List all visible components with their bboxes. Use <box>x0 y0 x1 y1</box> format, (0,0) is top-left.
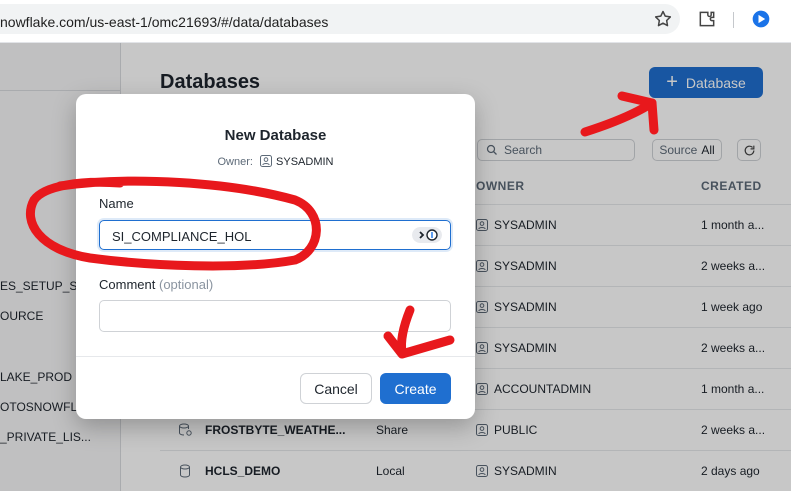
password-manager-icon[interactable] <box>412 227 442 243</box>
address-bar[interactable]: nowflake.com/us-east-1/omc21693/#/data/d… <box>0 4 680 34</box>
dialog-title: New Database <box>224 127 327 144</box>
create-button[interactable]: Create <box>380 373 451 404</box>
comment-label-text: Comment <box>99 277 156 292</box>
browser-toolbar: nowflake.com/us-east-1/omc21693/#/data/d… <box>0 0 791 43</box>
owner-value: SYSADMIN <box>276 156 334 168</box>
comment-field[interactable] <box>99 300 451 332</box>
dialog-divider <box>76 356 475 357</box>
owner-label: Owner: <box>217 156 253 168</box>
media-extension-icon[interactable] <box>751 9 771 29</box>
bookmark-star-icon[interactable] <box>653 9 673 29</box>
name-field-value: SI_COMPLIANCE_HOL <box>112 229 252 244</box>
new-database-dialog: New Database Owner: SYSADMIN Name SI_COM… <box>76 94 475 419</box>
comment-label: Comment (optional) <box>99 277 213 292</box>
toolbar-separator <box>733 12 734 28</box>
user-icon <box>260 155 273 167</box>
url-text[interactable]: nowflake.com/us-east-1/omc21693/#/data/d… <box>0 14 328 30</box>
name-field[interactable]: SI_COMPLIANCE_HOL <box>99 220 451 250</box>
name-label: Name <box>99 196 134 211</box>
extensions-icon[interactable] <box>697 9 717 29</box>
comment-optional-text: (optional) <box>158 277 214 292</box>
cancel-button[interactable]: Cancel <box>300 373 372 404</box>
dialog-owner: Owner: SYSADMIN <box>76 155 475 168</box>
